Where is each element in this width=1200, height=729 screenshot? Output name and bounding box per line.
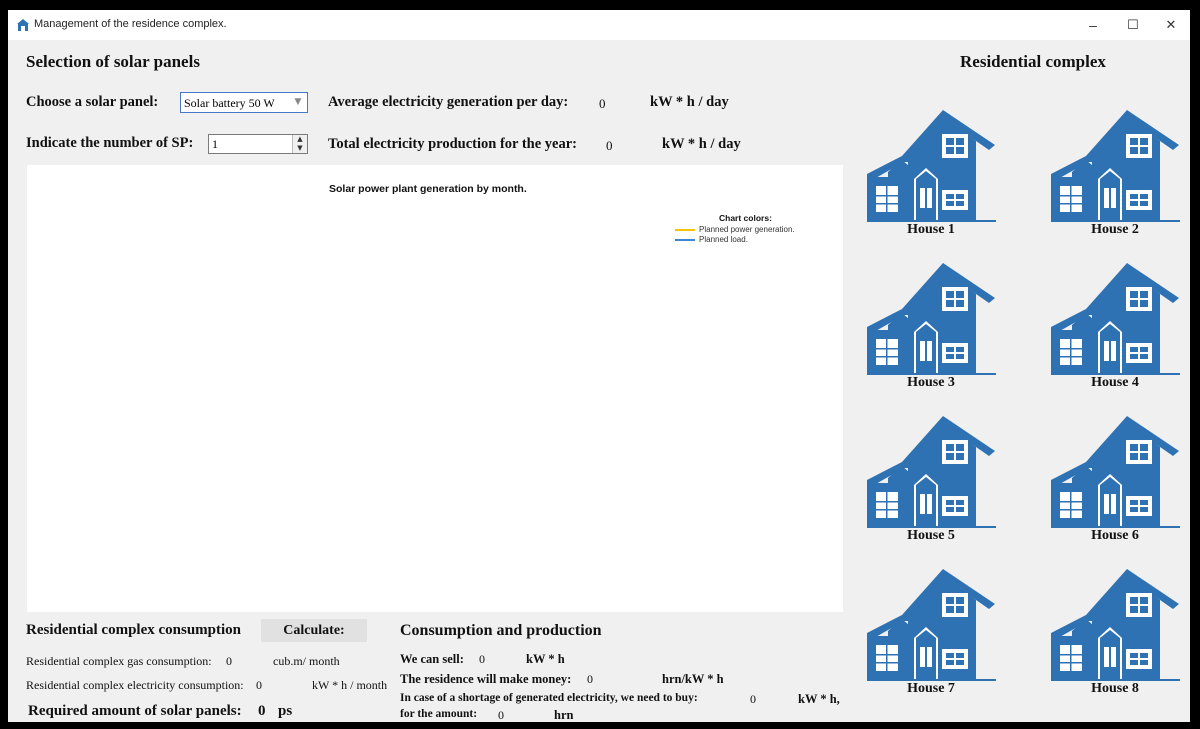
choose-panel-label: Choose a solar panel: (26, 94, 159, 110)
title-bar: Management of the residence complex. – ☐… (8, 10, 1190, 40)
house-label: House 6 (1091, 528, 1139, 543)
house-icon (1051, 569, 1180, 681)
house-icon (1051, 263, 1180, 375)
money-unit: hrn/kW * h (662, 672, 724, 686)
house-label: House 5 (907, 528, 955, 543)
gas-consumption-value: 0 (226, 654, 232, 668)
sell-value: 0 (479, 652, 485, 666)
house-icon (1051, 416, 1180, 528)
close-button[interactable]: ✕ (1156, 14, 1186, 36)
house-app-icon (17, 19, 29, 31)
gas-consumption-unit: cub.m/ month (273, 654, 340, 668)
panel-count-value: 1 (212, 137, 218, 151)
avg-generation-label: Average electricity generation per day: (328, 94, 569, 110)
sell-unit: kW * h (526, 652, 565, 666)
house-tile[interactable]: House 3 (866, 255, 996, 390)
legend-swatch-load (675, 238, 695, 241)
complex-heading: Residential complex (960, 52, 1106, 71)
generation-chart: Solar power plant generation by month. C… (27, 165, 843, 612)
gas-consumption-label: Residential complex gas consumption: (26, 654, 212, 668)
window-title: Management of the residence complex. (34, 18, 227, 30)
chevron-down-icon[interactable]: ▼ (291, 93, 305, 112)
legend-label-generation: Planned power generation. (699, 225, 795, 234)
maximize-button[interactable]: ☐ (1118, 14, 1148, 36)
house-label: House 1 (907, 222, 955, 237)
chart-legend: Chart colors: Planned power generation. … (675, 213, 795, 244)
stepper-up-icon[interactable]: ▲ (293, 135, 307, 144)
minimize-button[interactable]: – (1078, 14, 1108, 36)
legend-title: Chart colors: (719, 213, 772, 223)
app-window: Management of the residence complex. – ☐… (8, 10, 1190, 722)
calculate-button[interactable]: Calculate: (261, 619, 367, 642)
shortage-label: In case of a shortage of generated elect… (400, 692, 698, 704)
house-label: House 2 (1091, 222, 1139, 237)
house-tile[interactable]: House 6 (1050, 408, 1180, 543)
total-production-value: 0 (606, 138, 613, 153)
amount-unit: hrn (554, 708, 574, 722)
total-production-label: Total electricity production for the yea… (328, 136, 577, 152)
electricity-consumption-value: 0 (256, 678, 262, 692)
avg-generation-value: 0 (599, 96, 606, 111)
money-value: 0 (587, 672, 593, 686)
consumption-heading: Residential complex consumption (26, 622, 242, 638)
legend-item-generation: Planned power generation. (675, 225, 795, 234)
house-icon (867, 263, 996, 375)
chart-title: Solar power plant generation by month. (329, 183, 527, 195)
house-tile[interactable]: House 4 (1050, 255, 1180, 390)
required-panels-label: Required amount of solar panels: (28, 703, 242, 719)
legend-label-load: Planned load. (699, 235, 748, 244)
house-tile[interactable]: House 7 (866, 561, 996, 696)
house-tile[interactable]: House 1 (866, 102, 996, 237)
house-label: House 7 (907, 681, 955, 696)
house-label: House 8 (1091, 681, 1139, 696)
shortage-unit: kW * h, (798, 692, 840, 706)
house-tile[interactable]: House 8 (1050, 561, 1180, 696)
electricity-consumption-unit: kW * h / month (312, 678, 388, 692)
electricity-consumption-label: Residential complex electricity consumpt… (26, 678, 244, 692)
house-label: House 3 (907, 375, 955, 390)
stepper-down-icon[interactable]: ▼ (293, 144, 307, 153)
legend-item-load: Planned load. (675, 235, 795, 244)
shortage-value: 0 (750, 692, 756, 706)
production-heading: Consumption and production (400, 622, 602, 639)
house-label: House 4 (1091, 375, 1139, 390)
solar-panel-select[interactable]: Solar battery 50 W ▼ (180, 92, 308, 113)
house-tile[interactable]: House 5 (866, 408, 996, 543)
required-panels-value: 0 (258, 703, 266, 719)
money-label: The residence will make money: (400, 672, 572, 686)
panel-count-stepper[interactable]: 1 ▲ ▼ (208, 134, 308, 154)
legend-swatch-generation (675, 228, 695, 231)
house-icon (867, 416, 996, 528)
sell-label: We can sell: (400, 652, 464, 666)
amount-value: 0 (498, 708, 504, 722)
total-production-unit: kW * h / day (662, 136, 741, 152)
house-tile[interactable]: House 2 (1050, 102, 1180, 237)
house-icon (867, 569, 996, 681)
solar-panel-select-value: Solar battery 50 W (184, 96, 275, 110)
house-icon (867, 110, 996, 222)
selection-heading: Selection of solar panels (26, 52, 200, 71)
stepper-buttons[interactable]: ▲ ▼ (292, 135, 307, 153)
required-panels-unit: ps (278, 703, 293, 719)
amount-label: for the amount: (400, 708, 478, 720)
avg-generation-unit: kW * h / day (650, 94, 729, 110)
house-icon (1051, 110, 1180, 222)
count-label: Indicate the number of SP: (26, 135, 194, 151)
